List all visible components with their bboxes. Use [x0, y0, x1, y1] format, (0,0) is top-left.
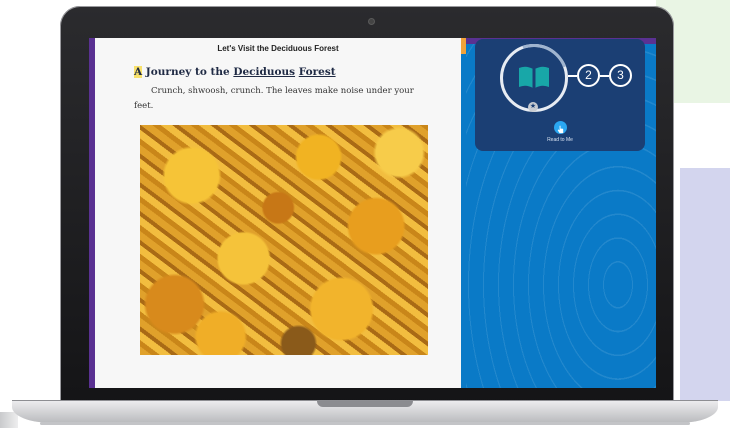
- laptop-hinge-notch: [317, 401, 413, 407]
- current-step-ring[interactable]: ★: [488, 38, 580, 124]
- reader-page: Let's Visit the Deciduous Forest A Journ…: [95, 38, 461, 388]
- vocab-word-deciduous[interactable]: Deciduous: [233, 66, 295, 78]
- step-connector: [568, 75, 577, 77]
- step-3-indicator[interactable]: 3: [609, 64, 632, 87]
- page-title: Let's Visit the Deciduous Forest: [217, 44, 339, 53]
- autumn-leaves-photo: [140, 125, 428, 355]
- progress-card: ★ 2 3 Read to Me: [475, 38, 645, 151]
- highlighted-word[interactable]: A: [134, 66, 143, 78]
- read-to-me-button[interactable]: [554, 121, 567, 134]
- laptop-base-edge: [40, 422, 690, 425]
- laptop-screen: Let's Visit the Deciduous Forest A Journ…: [89, 38, 656, 388]
- hand-pointer-icon: [557, 125, 564, 134]
- laptop-base-left: [0, 412, 18, 428]
- step-connector: [600, 75, 609, 77]
- story-paragraph: Crunch, shwoosh, crunch. The leaves make…: [134, 86, 414, 111]
- open-book-icon: [519, 66, 549, 88]
- read-to-me-label[interactable]: Read to Me: [475, 137, 645, 143]
- story-heading: A Journey to the Deciduous Forest: [134, 66, 336, 78]
- trophy-icon: ★: [528, 102, 538, 112]
- decorative-lavender-panel: [680, 168, 730, 401]
- vocab-word-forest[interactable]: Forest: [299, 66, 336, 78]
- step-2-indicator[interactable]: 2: [577, 64, 600, 87]
- heading-text: Journey to the: [142, 66, 234, 78]
- camera-dot: [369, 19, 374, 24]
